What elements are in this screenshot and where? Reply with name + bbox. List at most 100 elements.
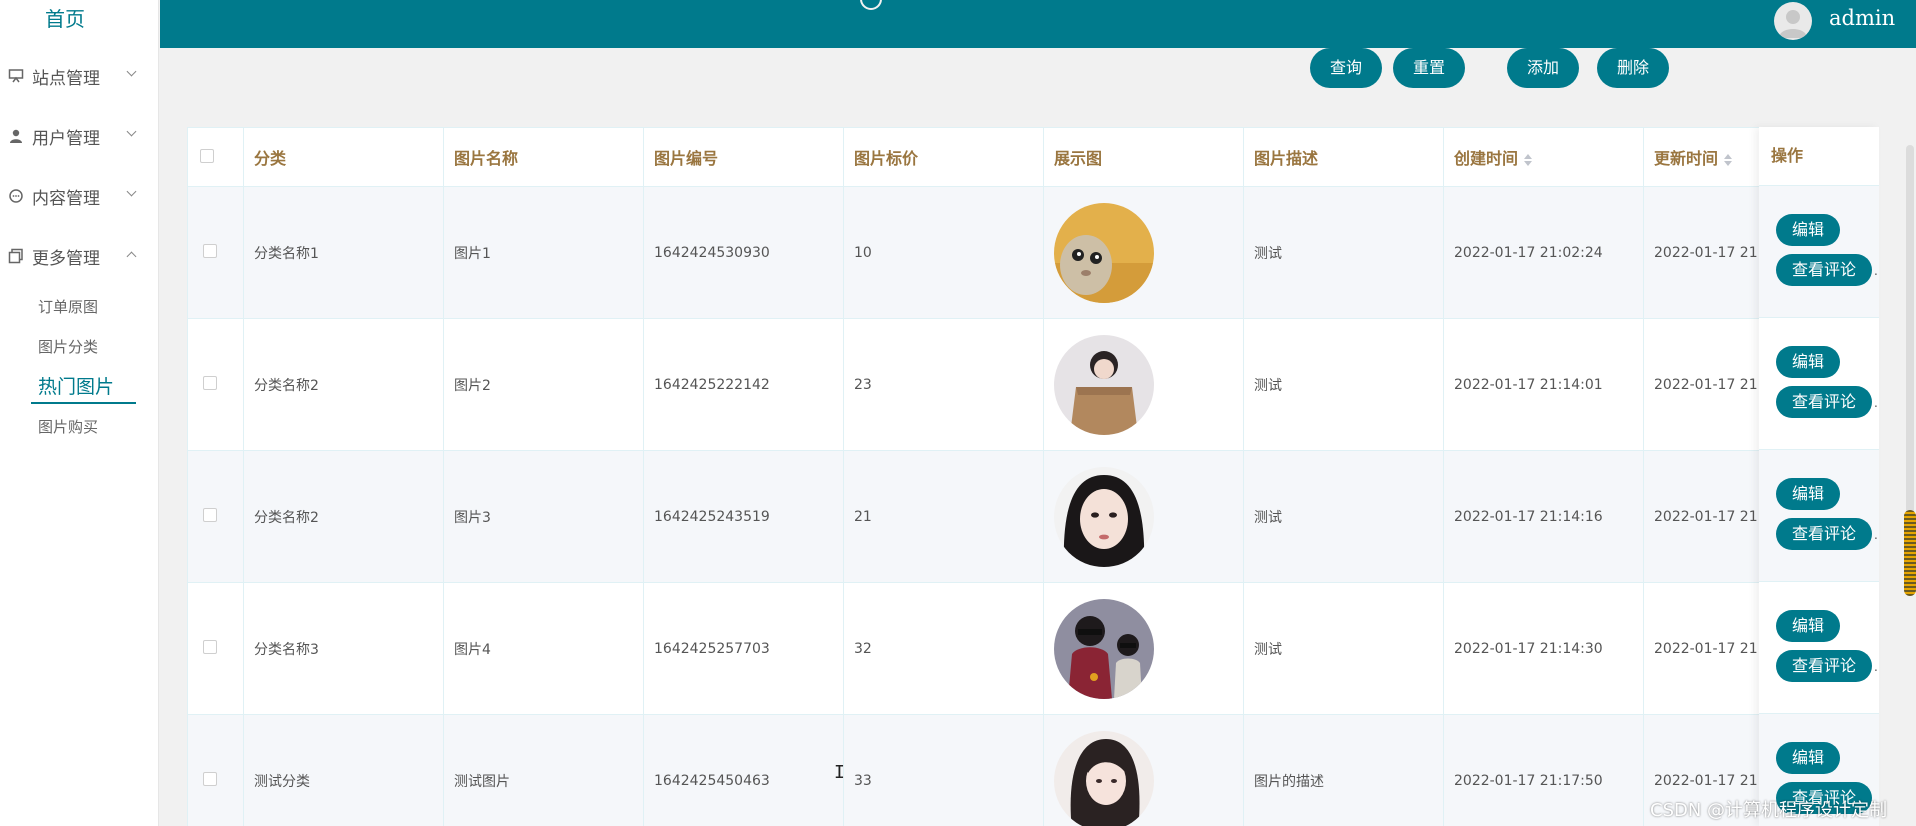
ellipsis: .: [1874, 396, 1878, 410]
table-row: 分类名称2 图片2 1642425222142 23 测试 2022-01-17…: [187, 318, 1879, 451]
cell-category: 分类名称2: [243, 450, 444, 583]
cell-price: 33: [843, 714, 1044, 826]
view-comments-button[interactable]: 查看评论: [1776, 254, 1872, 286]
chevron-down-icon: [126, 186, 137, 197]
cell-category: 分类名称3: [243, 582, 444, 715]
operations-column: 操作 编辑 查看评论 . 编辑 查看评论 . 编辑 查看评论 . 编辑 查看评论…: [1759, 127, 1879, 826]
table-row: 分类名称2 图片3 1642425243519 21 测试 2022-01-17…: [187, 450, 1879, 583]
cell-name: 图片4: [443, 582, 644, 715]
cell-category: 测试分类: [243, 714, 444, 826]
copy-icon: [8, 248, 23, 264]
submenu-image-category[interactable]: 图片分类: [38, 334, 98, 360]
cell-desc: 图片的描述: [1243, 714, 1444, 826]
col-category: 分类: [243, 127, 444, 187]
ellipsis: .: [1874, 528, 1878, 542]
cell-created: 2022-01-17 21:14:30: [1443, 582, 1644, 715]
cat-photo-thumbnail[interactable]: [1054, 202, 1154, 303]
col-preview: 展示图: [1043, 127, 1244, 187]
watermark: CSDN @计算机程序设计定制: [1650, 800, 1888, 821]
monitor-icon: [8, 69, 24, 83]
cell-code: 1642425222142: [643, 318, 844, 451]
user-icon: [10, 129, 22, 143]
submenu-order-original[interactable]: 订单原图: [38, 294, 98, 320]
delete-button[interactable]: 删除: [1597, 48, 1669, 88]
reset-button[interactable]: 重置: [1393, 48, 1465, 88]
menu-content-management[interactable]: 内容管理: [0, 176, 158, 216]
cell-price: 21: [843, 450, 1044, 583]
add-button[interactable]: 添加: [1507, 48, 1579, 88]
menu-label: 站点管理: [32, 68, 100, 89]
query-button[interactable]: 查询: [1310, 48, 1382, 88]
edit-button[interactable]: 编辑: [1776, 610, 1840, 642]
select-all-checkbox[interactable]: [200, 148, 214, 163]
table-row: 测试分类 测试图片 1642425450463 33 图片的描述 2022-01…: [187, 714, 1879, 826]
illustrated-girl-thumbnail[interactable]: [1054, 730, 1154, 826]
col-desc: 图片描述: [1243, 127, 1444, 187]
menu-label: 内容管理: [32, 188, 100, 209]
chevron-down-icon: [126, 126, 137, 137]
girl-with-bag-thumbnail[interactable]: [1054, 334, 1154, 435]
cell-created: 2022-01-17 21:14:16: [1443, 450, 1644, 583]
sort-icon[interactable]: [1524, 153, 1533, 166]
top-decoration: [860, 0, 882, 10]
col-created-label: 创建时间: [1454, 149, 1519, 168]
chevron-up-icon: [126, 251, 137, 262]
row-checkbox[interactable]: [203, 243, 217, 258]
edit-button[interactable]: 编辑: [1776, 346, 1840, 378]
ops-cell: 编辑 查看评论 .: [1759, 186, 1879, 318]
menu-label: 用户管理: [32, 128, 100, 149]
table-row: 分类名称1 图片1 1642424530930 10 测试 2022-01-17…: [187, 186, 1879, 319]
view-comments-button[interactable]: 查看评论: [1776, 518, 1872, 550]
cell-name: 图片1: [443, 186, 644, 319]
cell-category: 分类名称2: [243, 318, 444, 451]
sort-icon[interactable]: [1724, 153, 1733, 166]
cell-price: 32: [843, 582, 1044, 715]
cell-created: 2022-01-17 21:02:24: [1443, 186, 1644, 319]
cell-code: 1642425243519: [643, 450, 844, 583]
cell-desc: 测试: [1243, 318, 1444, 451]
col-code: 图片编号: [643, 127, 844, 187]
avatar[interactable]: [1774, 2, 1812, 40]
ops-cell: 编辑 查看评论 .: [1759, 582, 1879, 714]
vertical-scrollbar-thumb[interactable]: [1904, 510, 1916, 596]
ops-cell: 编辑 查看评论 .: [1759, 318, 1879, 450]
submenu-image-purchase[interactable]: 图片购买: [38, 414, 98, 440]
view-comments-button[interactable]: 查看评论: [1776, 650, 1872, 682]
row-checkbox[interactable]: [203, 639, 217, 654]
edit-button[interactable]: 编辑: [1776, 214, 1840, 246]
home-link[interactable]: 首页: [0, 0, 130, 38]
table-row: 分类名称3 图片4 1642425257703 32 测试 2022-01-17…: [187, 582, 1879, 715]
user-avatar-icon: [1779, 10, 1807, 38]
menu-site-management[interactable]: 站点管理: [0, 56, 158, 96]
submenu-hot-images[interactable]: 热门图片: [38, 374, 114, 400]
view-comments-button[interactable]: 查看评论: [1776, 386, 1872, 418]
cell-code: 1642425257703: [643, 582, 844, 715]
edit-button[interactable]: 编辑: [1776, 742, 1840, 774]
cell-desc: 测试: [1243, 450, 1444, 583]
data-table: 分类 图片名称 图片编号 图片标价 展示图 图片描述 创建时间 更新时间 分类名…: [187, 127, 1879, 826]
cell-desc: 测试: [1243, 582, 1444, 715]
two-kids-thumbnail[interactable]: [1054, 598, 1154, 699]
portrait-thumbnail[interactable]: [1054, 466, 1154, 567]
col-updated-label: 更新时间: [1654, 149, 1719, 168]
cell-price: 10: [843, 186, 1044, 319]
chat-icon: [9, 189, 23, 203]
menu-more-management[interactable]: 更多管理: [0, 236, 158, 276]
top-bar: admin: [160, 0, 1916, 48]
row-checkbox[interactable]: [203, 507, 217, 522]
col-name: 图片名称: [443, 127, 644, 187]
header-select-all[interactable]: [187, 127, 244, 187]
row-checkbox[interactable]: [203, 375, 217, 390]
row-checkbox[interactable]: [203, 771, 217, 786]
cell-code: 1642424530930: [643, 186, 844, 319]
cell-category: 分类名称1: [243, 186, 444, 319]
menu-user-management[interactable]: 用户管理: [0, 116, 158, 156]
cell-name: 测试图片: [443, 714, 644, 826]
sidebar: 首页 站点管理 用户管理 内容管理 更多管理 订单原图 图片分类 热门图片 图片…: [0, 0, 159, 826]
edit-button[interactable]: 编辑: [1776, 478, 1840, 510]
active-indicator: [31, 402, 136, 404]
username[interactable]: admin: [1829, 6, 1895, 30]
menu-label: 更多管理: [32, 248, 100, 269]
col-price: 图片标价: [843, 127, 1044, 187]
col-created[interactable]: 创建时间: [1443, 127, 1644, 187]
